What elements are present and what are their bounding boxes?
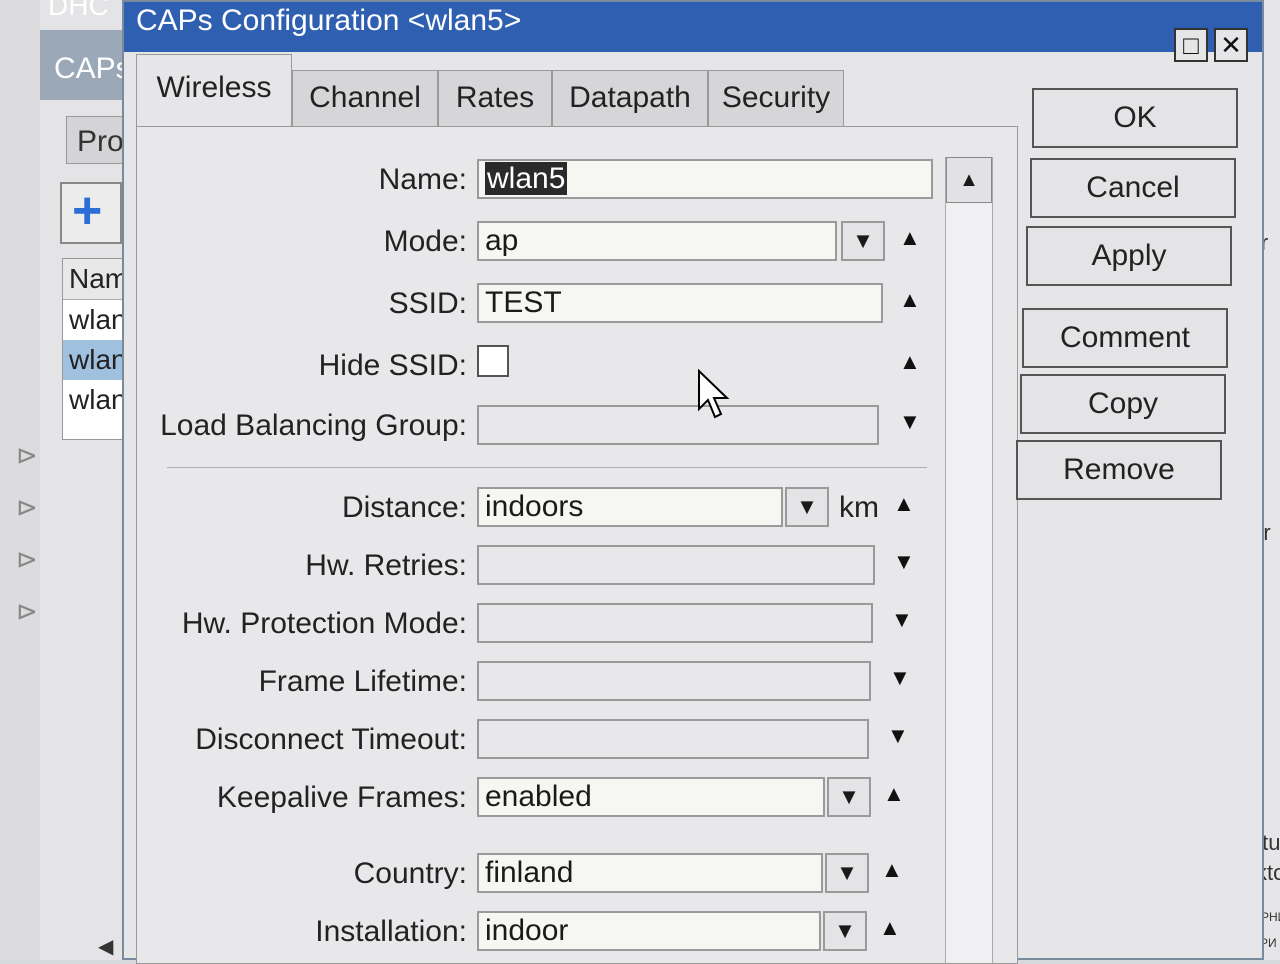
disconnect-timeout-expand-icon[interactable]: ▼ xyxy=(887,723,909,749)
hw-protection-row: Hw. Protection Mode: ▼ xyxy=(137,603,937,647)
mode-row: Mode: ap ▼ ▲ xyxy=(137,221,937,265)
tab-rates[interactable]: Rates xyxy=(438,70,552,128)
keepalive-dropdown-icon[interactable]: ▼ xyxy=(827,777,871,817)
hide-ssid-row: Hide SSID: ▲ xyxy=(137,345,937,389)
hw-protection-label: Hw. Protection Mode: xyxy=(181,607,467,640)
distance-label: Distance: xyxy=(341,491,467,524)
name-value: wlan5 xyxy=(485,162,568,195)
mode-select[interactable]: ap xyxy=(477,221,837,261)
frame-lifetime-row: Frame Lifetime: ▼ xyxy=(137,661,937,705)
copy-button[interactable]: Copy xyxy=(1020,374,1226,434)
scroll-left-icon[interactable]: ◀ xyxy=(98,934,113,959)
load-balancing-row: Load Balancing Group: ▼ xyxy=(137,405,937,449)
comment-button[interactable]: Comment xyxy=(1022,308,1228,368)
dialog-title: CAPs Configuration <wlan5> xyxy=(136,4,522,37)
name-input[interactable]: wlan5 xyxy=(477,159,933,199)
distance-select[interactable]: indoors xyxy=(477,487,783,527)
ssid-label: SSID: xyxy=(388,287,467,320)
tab-wireless[interactable]: Wireless xyxy=(136,54,292,128)
hw-retries-row: Hw. Retries: ▼ xyxy=(137,545,937,589)
mode-label: Mode: xyxy=(383,225,467,258)
flag-icon: ⊳ xyxy=(16,440,38,470)
name-label: Name: xyxy=(378,163,467,196)
mode-collapse-icon[interactable]: ▲ xyxy=(899,225,921,251)
distance-dropdown-icon[interactable]: ▼ xyxy=(785,487,829,527)
mouse-cursor-icon xyxy=(698,369,730,419)
tab-bar: Wireless Channel Rates Datapath Security xyxy=(136,52,856,128)
ssid-row: SSID: TEST ▲ xyxy=(137,283,937,327)
apply-button[interactable]: Apply xyxy=(1026,226,1232,286)
disconnect-timeout-label: Disconnect Timeout: xyxy=(195,723,467,756)
country-label: Country: xyxy=(353,857,467,890)
vertical-scrollbar[interactable]: ▲ xyxy=(945,157,993,963)
tab-security[interactable]: Security xyxy=(708,70,844,128)
add-button[interactable]: + xyxy=(60,182,122,244)
cancel-button[interactable]: Cancel xyxy=(1030,158,1236,218)
load-balancing-input[interactable] xyxy=(477,405,879,445)
distance-collapse-icon[interactable]: ▲ xyxy=(893,491,915,517)
frame-lifetime-expand-icon[interactable]: ▼ xyxy=(889,665,911,691)
flag-icon: ⊳ xyxy=(16,492,38,522)
disconnect-timeout-input[interactable] xyxy=(477,719,869,759)
installation-label: Installation: xyxy=(315,915,467,948)
distance-row: Distance: indoors ▼ km ▲ xyxy=(137,487,937,531)
frame-lifetime-label: Frame Lifetime: xyxy=(258,665,467,698)
hide-ssid-checkbox[interactable] xyxy=(477,345,509,377)
disconnect-timeout-row: Disconnect Timeout: ▼ xyxy=(137,719,937,763)
tab-datapath[interactable]: Datapath xyxy=(552,70,708,128)
hw-retries-label: Hw. Retries: xyxy=(305,549,467,582)
distance-unit: km xyxy=(839,491,879,524)
hw-retries-expand-icon[interactable]: ▼ xyxy=(893,549,915,575)
installation-select[interactable]: indoor xyxy=(477,911,821,951)
plus-icon: + xyxy=(72,182,103,240)
remove-button[interactable]: Remove xyxy=(1016,440,1222,500)
background-sidebar xyxy=(0,0,40,960)
background-tab-label: Pro xyxy=(77,125,124,158)
hw-protection-expand-icon[interactable]: ▼ xyxy=(891,607,913,633)
flag-icon: ⊳ xyxy=(16,544,38,574)
dialog-titlebar[interactable]: CAPs Configuration <wlan5> xyxy=(124,2,1262,52)
ssid-collapse-icon[interactable]: ▲ xyxy=(899,287,921,313)
country-collapse-icon[interactable]: ▲ xyxy=(881,857,903,883)
load-balancing-label: Load Balancing Group: xyxy=(160,409,467,442)
keepalive-row: Keepalive Frames: enabled ▼ ▲ xyxy=(137,777,937,821)
country-dropdown-icon[interactable]: ▼ xyxy=(825,853,869,893)
load-balancing-expand-icon[interactable]: ▼ xyxy=(899,409,921,435)
background-title: DHC xyxy=(48,0,109,21)
section-divider xyxy=(167,467,927,468)
maximize-icon[interactable]: □ xyxy=(1174,28,1208,62)
hide-ssid-collapse-icon[interactable]: ▲ xyxy=(899,349,921,375)
hw-protection-input[interactable] xyxy=(477,603,873,643)
ok-button[interactable]: OK xyxy=(1032,88,1238,148)
installation-collapse-icon[interactable]: ▲ xyxy=(879,915,901,941)
country-row: Country: finland ▼ ▲ xyxy=(137,853,937,897)
keepalive-collapse-icon[interactable]: ▲ xyxy=(883,781,905,807)
scroll-up-icon[interactable]: ▲ xyxy=(946,157,992,203)
tab-channel[interactable]: Channel xyxy=(292,70,438,128)
frame-lifetime-input[interactable] xyxy=(477,661,871,701)
hw-retries-input[interactable] xyxy=(477,545,875,585)
flag-icon: ⊳ xyxy=(16,596,38,626)
installation-row: Installation: indoor ▼ ▲ xyxy=(137,911,937,955)
close-icon[interactable]: ✕ xyxy=(1214,28,1248,62)
caps-configuration-dialog: CAPs Configuration <wlan5> □ ✕ Wireless … xyxy=(122,0,1264,964)
wireless-panel: ▲ Name: wlan5 Mode: ap ▼ ▲ SSID: TEST ▲ … xyxy=(136,126,1018,964)
keepalive-select[interactable]: enabled xyxy=(477,777,825,817)
name-row: Name: wlan5 xyxy=(137,159,937,203)
background-caps-title: CAPs xyxy=(54,52,131,85)
country-select[interactable]: finland xyxy=(477,853,823,893)
mode-dropdown-icon[interactable]: ▼ xyxy=(841,221,885,261)
ssid-input[interactable]: TEST xyxy=(477,283,883,323)
hide-ssid-label: Hide SSID: xyxy=(318,349,467,382)
keepalive-label: Keepalive Frames: xyxy=(216,781,467,814)
installation-dropdown-icon[interactable]: ▼ xyxy=(823,911,867,951)
